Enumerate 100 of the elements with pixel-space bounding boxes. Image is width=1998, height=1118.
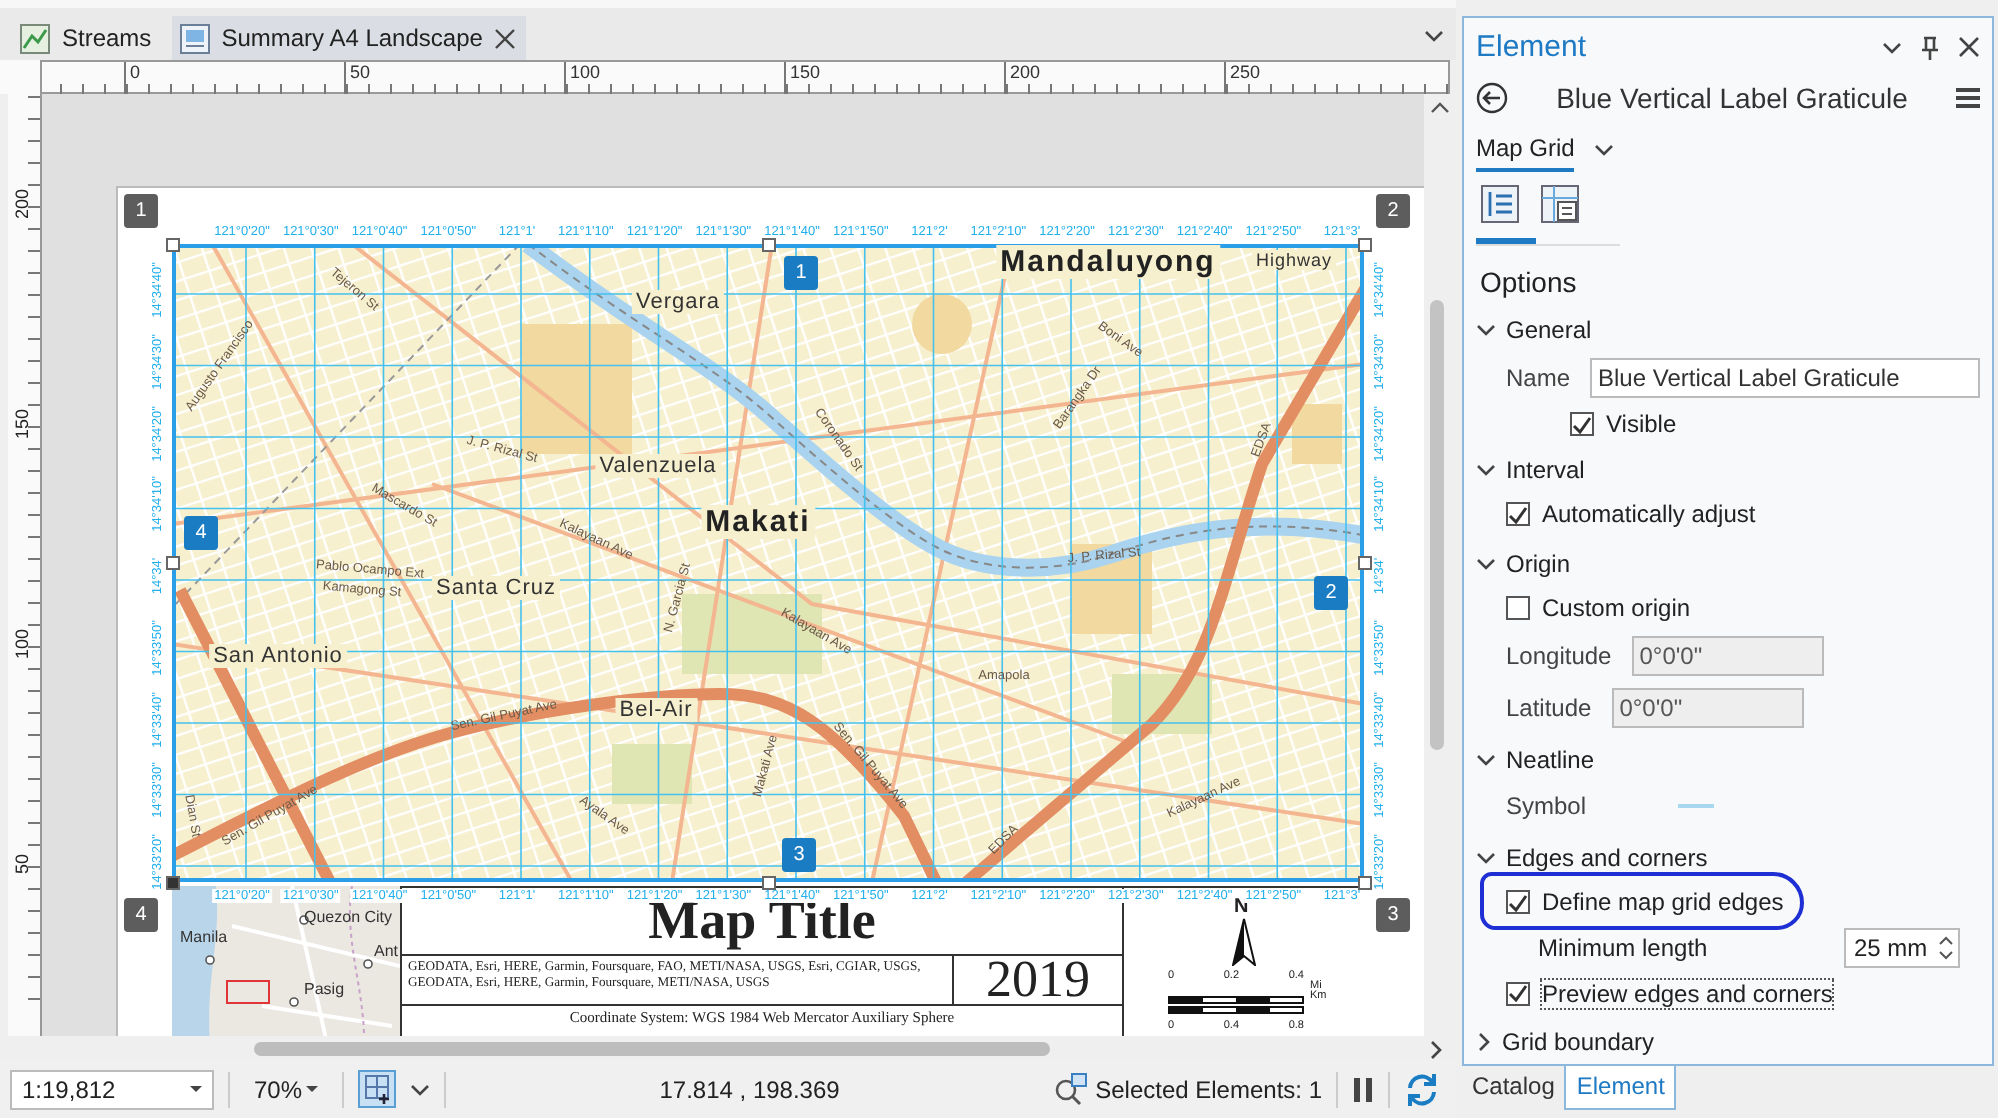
chevron-down-icon[interactable] [1882,39,1902,56]
place-label: Ant [374,942,399,960]
close-icon[interactable] [494,27,517,49]
chevron-down-icon[interactable] [1594,141,1615,158]
year-text: 2019 [984,956,1092,1004]
pane-tab[interactable]: Catalog [1462,1066,1565,1108]
icon-tab[interactable] [1476,179,1536,244]
checkbox[interactable] [1570,412,1594,437]
list-icon [1480,183,1520,224]
chevron-up-icon[interactable] [1430,102,1450,114]
chevron-down-icon [1476,849,1496,866]
snapping-button[interactable] [358,1070,396,1108]
scrollbar-thumb[interactable] [1430,300,1444,750]
resize-handle[interactable] [1358,876,1372,890]
element-title: Blue Vertical Label Graticule [1554,81,1910,114]
edge-marker[interactable]: 3 [782,838,816,872]
selection-count: Selected Elements: 1 [1095,1075,1322,1103]
chevron-down-icon[interactable] [410,1081,430,1097]
section-header[interactable]: Interval [1476,447,1980,492]
chevron-down-icon [1476,322,1496,339]
chevron-down-icon [1476,555,1496,572]
corner-marker[interactable]: 2 [1376,194,1410,228]
section-header[interactable]: Neatline [1476,738,1980,782]
resize-handle[interactable] [166,556,180,570]
place-label: Bel-Air [615,698,697,722]
options-heading: Options [1480,265,1579,302]
corner-marker[interactable]: 3 [1376,898,1410,932]
checkbox[interactable] [1506,502,1530,527]
layout-icon [179,23,210,53]
grid-snap-icon [363,1074,391,1104]
extent-indicator [226,980,270,1004]
place-label: Quezon City [304,908,393,926]
field-label: Name [1506,364,1571,393]
checkbox[interactable] [1506,890,1530,915]
section-header[interactable]: Edges and corners [1476,835,1980,880]
ruler-label: 100 [570,62,601,82]
length-spinner[interactable]: 25 mm [1844,927,1960,968]
resize-handle[interactable] [1358,556,1372,570]
corner-marker[interactable]: 4 [124,898,158,932]
pin-icon[interactable] [1918,35,1942,60]
chevron-right-icon[interactable] [1428,1040,1444,1060]
zoom-to-selection-icon[interactable] [1053,1072,1088,1106]
place-label: Pasig [304,980,345,998]
zoom-dropdown[interactable]: 70% [244,1069,328,1109]
section-header[interactable]: General [1476,308,1980,353]
text-field: 0°0'0" [1631,636,1824,677]
checkbox-label[interactable]: Custom origin [1542,593,1691,622]
text-field[interactable]: Blue Vertical Label Graticule [1590,358,1980,399]
place-label: Manila [180,928,228,946]
resize-handle[interactable] [762,238,776,252]
corner-marker[interactable]: 1 [124,194,158,228]
ruler-label: 150 [12,406,32,444]
edge-marker[interactable]: 1 [784,256,818,290]
resize-handle[interactable] [166,238,180,252]
place-label: Vergara [631,290,725,314]
pane-tab[interactable]: Element [1564,1066,1677,1110]
checkbox-label[interactable]: Automatically adjust [1542,500,1756,529]
checkbox-label[interactable]: Preview edges and corners [1542,979,1833,1008]
section-header[interactable]: Origin [1476,541,1980,586]
ruler-label: 50 [350,62,371,82]
grid-list-icon [1540,183,1580,224]
place-label: Highway [1252,250,1336,270]
field-label: Minimum length [1538,933,1708,962]
ruler-label: 250 [1230,62,1261,82]
ruler-label: 0 [130,62,141,82]
chevron-down-icon[interactable] [1424,28,1444,44]
scrollbar-thumb[interactable] [254,1042,1050,1056]
scale-dropdown[interactable]: 1:19,812 [10,1069,214,1109]
place-label: Valenzuela [595,454,721,478]
refresh-icon[interactable] [1404,1071,1440,1107]
back-icon[interactable] [1476,81,1508,114]
caret-icon [306,1085,318,1093]
edge-marker[interactable]: 4 [184,516,218,550]
ruler-label: 200 [1010,62,1041,82]
line-symbol-swatch[interactable] [1678,804,1714,809]
document-tab[interactable]: Streams [12,16,168,60]
checkbox[interactable] [1506,981,1530,1006]
chevron-down-icon [1476,461,1496,478]
checkbox-label[interactable]: Define map grid edges [1542,888,1784,917]
checkbox-label[interactable]: Visible [1606,410,1677,439]
resize-handle[interactable] [1358,238,1372,252]
field-label: Longitude [1506,642,1612,671]
chevron-right-icon [1476,1032,1492,1053]
field-label: Symbol [1506,792,1586,821]
view-tab[interactable]: Map Grid [1476,126,1575,173]
edge-marker[interactable]: 2 [1314,576,1348,610]
place-label: San Antonio [209,644,347,668]
field-label: Latitude [1506,694,1592,723]
document-tab[interactable]: Summary A4 Landscape [171,16,527,60]
place-label: Makati [701,505,815,539]
close-icon[interactable] [1958,36,1980,59]
ruler-label: 150 [790,62,821,82]
menu-icon[interactable] [1956,85,1980,110]
ruler-label: 200 [12,186,32,224]
pause-icon[interactable] [1352,1075,1374,1103]
resize-handle[interactable] [166,876,180,890]
checkbox[interactable] [1506,595,1530,620]
ruler-label: 50 [12,852,32,879]
section-header[interactable]: Grid boundary [1476,1020,1980,1064]
resize-handle[interactable] [762,876,776,890]
